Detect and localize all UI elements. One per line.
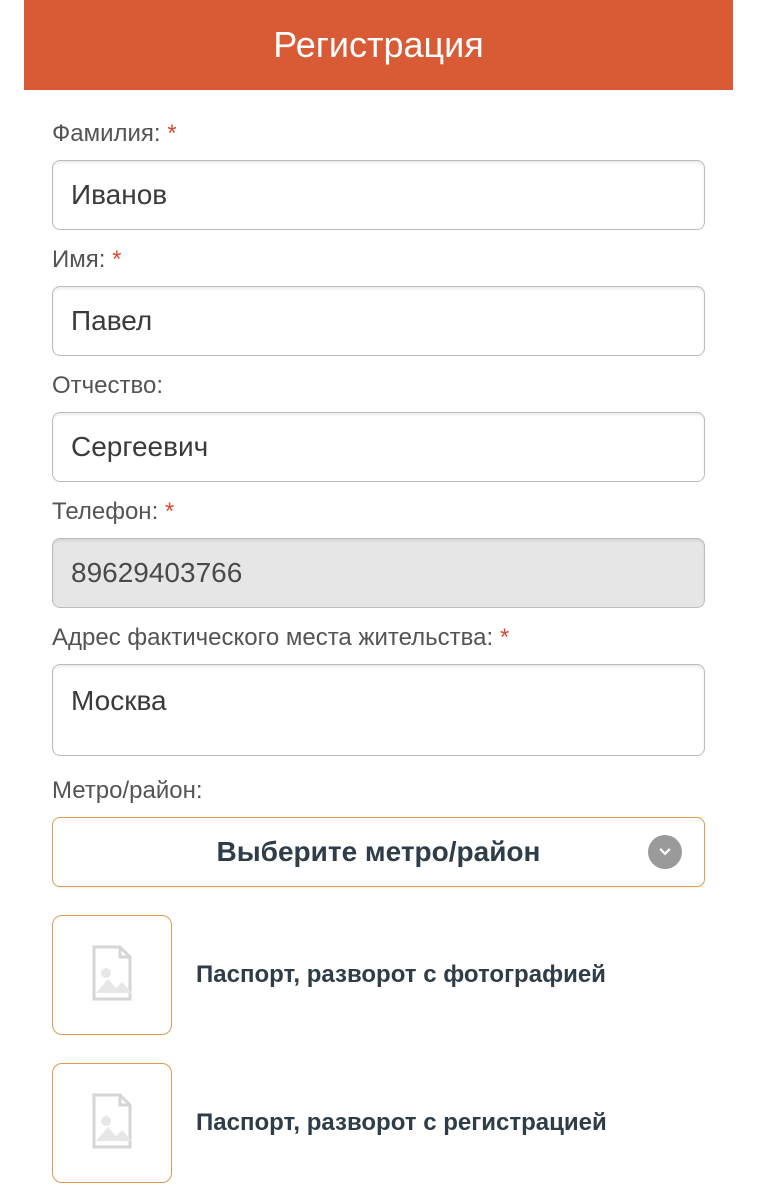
scroll-area[interactable]: Регистрация Фамилия: * Имя: * bbox=[0, 0, 757, 1200]
label-surname: Фамилия: * bbox=[52, 120, 705, 148]
label-address-text: Адрес фактического места жительства: bbox=[52, 624, 493, 651]
input-patronymic[interactable] bbox=[52, 412, 705, 482]
label-address: Адрес фактического места жительства: * bbox=[52, 624, 705, 652]
input-name[interactable] bbox=[52, 286, 705, 356]
spacer bbox=[52, 1183, 705, 1200]
image-placeholder-icon bbox=[80, 941, 144, 1010]
required-marker: * bbox=[165, 498, 174, 525]
label-metro: Метро/район: bbox=[52, 777, 705, 805]
field-phone: Телефон: * bbox=[52, 498, 705, 608]
label-metro-text: Метро/район: bbox=[52, 777, 203, 804]
page: Регистрация Фамилия: * Имя: * bbox=[0, 0, 757, 1200]
upload-passport-reg[interactable] bbox=[52, 1063, 172, 1183]
image-placeholder-icon bbox=[80, 1089, 144, 1158]
input-surname[interactable] bbox=[52, 160, 705, 230]
upload-passport-photo[interactable] bbox=[52, 915, 172, 1035]
upload-passport-reg-row: Паспорт, разворот с регистрацией bbox=[52, 1063, 705, 1183]
registration-form: Фамилия: * Имя: * Отчество: bbox=[24, 120, 733, 1200]
field-address: Адрес фактического места жительства: * bbox=[52, 624, 705, 761]
label-surname-text: Фамилия: bbox=[52, 120, 161, 147]
upload-passport-photo-row: Паспорт, разворот с фотографией bbox=[52, 915, 705, 1035]
input-phone bbox=[52, 538, 705, 608]
field-patronymic: Отчество: bbox=[52, 372, 705, 482]
label-name: Имя: * bbox=[52, 246, 705, 274]
label-name-text: Имя: bbox=[52, 246, 105, 273]
field-surname: Фамилия: * bbox=[52, 120, 705, 230]
label-phone-text: Телефон: bbox=[52, 498, 158, 525]
label-phone: Телефон: * bbox=[52, 498, 705, 526]
dropdown-metro-placeholder: Выберите метро/район bbox=[217, 836, 541, 867]
field-name: Имя: * bbox=[52, 246, 705, 356]
field-metro: Метро/район: Выберите метро/район bbox=[52, 777, 705, 887]
required-marker: * bbox=[500, 624, 509, 651]
upload-passport-reg-label: Паспорт, разворот с регистрацией bbox=[196, 1109, 607, 1137]
required-marker: * bbox=[167, 120, 176, 147]
input-address[interactable] bbox=[52, 664, 705, 756]
chevron-down-icon bbox=[648, 835, 682, 869]
required-marker: * bbox=[112, 246, 121, 273]
dropdown-metro[interactable]: Выберите метро/район bbox=[52, 817, 705, 887]
label-patronymic-text: Отчество: bbox=[52, 372, 163, 399]
upload-passport-photo-label: Паспорт, разворот с фотографией bbox=[196, 961, 606, 989]
label-patronymic: Отчество: bbox=[52, 372, 705, 400]
page-title: Регистрация bbox=[24, 0, 733, 90]
